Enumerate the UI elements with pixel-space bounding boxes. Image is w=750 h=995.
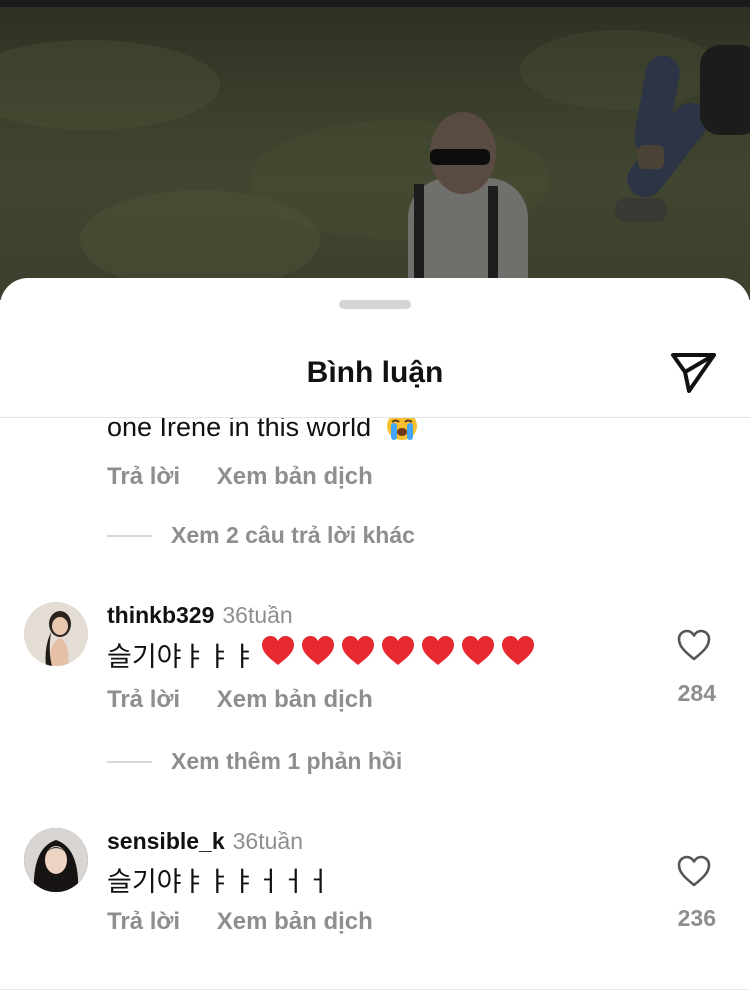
heart-outline-icon [677,629,711,661]
sheet-title: Bình luận [306,356,444,389]
loudly-crying-face-emoji [386,418,417,440]
view-more-replies[interactable]: Xem thêm 1 phản hồi [107,748,402,775]
heart-emoji-row [256,634,536,675]
reply-link[interactable]: Trả lời [107,463,180,490]
like-button[interactable] [676,628,712,662]
comment-actions: Trả lời Xem bản dịch [107,908,403,936]
translate-link[interactable]: Xem bản dịch [217,686,373,713]
comment-text: 슬기야ㅑㅑㅑ [107,634,536,674]
like-count: 284 [677,680,716,706]
reply-link[interactable]: Trả lời [107,686,180,713]
sheet-drag-handle[interactable] [339,300,411,309]
comment-text: 슬기야ㅑㅑㅑㅓㅓㅓ [107,866,331,897]
comment-actions: Trả lời Xem bản dịch [107,463,403,491]
share-button[interactable] [668,351,718,395]
translate-link[interactable]: Xem bản dịch [217,908,373,935]
red-heart-emoji [502,635,535,665]
paper-plane-icon [671,353,716,393]
red-heart-emoji [382,635,415,665]
avatar-image [24,828,88,892]
view-more-replies[interactable]: Xem 2 câu trả lời khác [107,522,415,549]
photo-person [408,178,528,288]
avatar[interactable] [24,828,88,892]
red-heart-emoji [342,635,375,665]
avatar[interactable] [24,602,88,666]
reply-link[interactable]: Trả lời [107,908,180,935]
status-bar-strip [0,0,750,7]
avatar-image [24,602,88,666]
red-heart-emoji [262,635,295,665]
comment-username[interactable]: sensible_k 36tuần [107,828,303,855]
background-photo [0,0,750,300]
comment-text: one Irene in this world [107,418,419,443]
comment-time: 36tuần [222,602,293,628]
bottom-divider [0,989,750,990]
red-heart-emoji [462,635,495,665]
red-heart-emoji [422,635,455,665]
comment-username[interactable]: thinkb329 36tuần [107,602,293,629]
comment-time: 36tuần [232,828,303,854]
like-button[interactable] [676,854,712,888]
translate-link[interactable]: Xem bản dịch [217,463,373,490]
replies-divider-line [107,534,152,537]
red-heart-emoji [302,635,335,665]
comment-actions: Trả lời Xem bản dịch [107,686,403,714]
replies-divider-line [107,760,152,763]
heart-outline-icon [677,855,711,887]
like-count: 236 [677,905,716,931]
